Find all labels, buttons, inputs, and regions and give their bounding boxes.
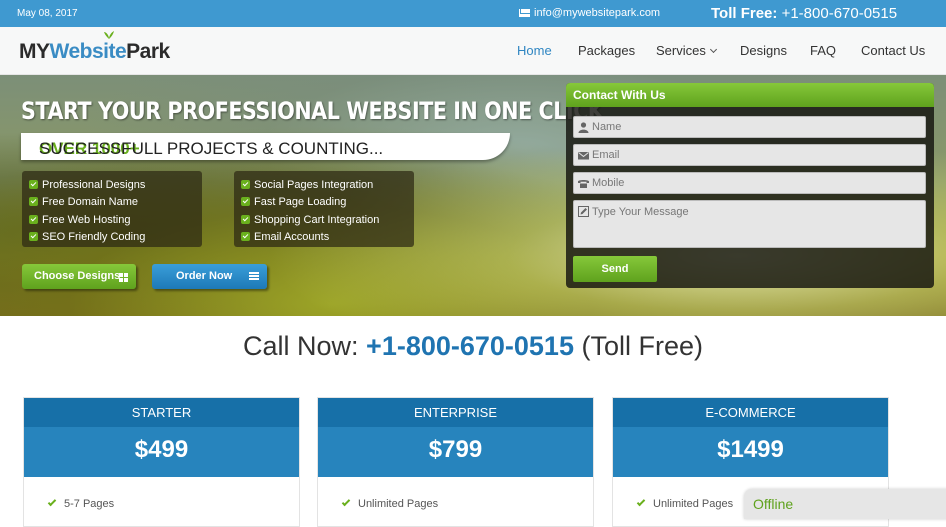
check-icon	[341, 497, 351, 507]
site-header: MYWebsitePark Home Packages Services Des…	[0, 27, 946, 75]
chevron-down-icon	[709, 45, 717, 54]
plan-feature: 5-7 Pages	[47, 497, 115, 510]
nav-faq[interactable]: FAQ	[810, 43, 836, 58]
check-icon	[241, 180, 250, 189]
check-icon	[29, 180, 38, 189]
feature-label: Email Accounts	[254, 230, 330, 243]
feature-item: Free Domain Name	[29, 194, 195, 211]
plan-card-enterprise: ENTERPRISE $799 Unlimited Pages	[317, 397, 594, 527]
feature-label: SEO Friendly Coding	[42, 230, 146, 243]
feature-item: Email Accounts	[241, 229, 407, 246]
feature-item: Fast Page Loading	[241, 194, 407, 211]
feature-item: Free Web Hosting	[29, 212, 195, 229]
site-logo[interactable]: MYWebsitePark	[19, 31, 170, 64]
check-icon	[29, 214, 38, 224]
mail-icon	[519, 9, 530, 17]
plan-feature-label: Unlimited Pages	[358, 498, 439, 510]
hero-banner: OVER 1000+ SUCCESSFULL PROJECTS & COUNTI…	[21, 133, 510, 160]
order-now-button[interactable]: Order Now	[152, 264, 267, 289]
leaf-icon	[104, 31, 114, 39]
logo-part-website: Website	[49, 40, 127, 63]
call-now-prefix: Call Now:	[243, 331, 359, 361]
plan-feature-label: 5-7 Pages	[64, 498, 115, 510]
plan-name: E-COMMERCE	[613, 398, 888, 427]
plan-price: $499	[24, 427, 299, 477]
message-textarea[interactable]: Type Your Message	[573, 200, 926, 248]
contact-form: Contact With Us Name Email Mobile Type Y…	[566, 83, 934, 288]
call-now-suffix: (Toll Free)	[581, 331, 703, 361]
feature-item: Shopping Cart Integration	[241, 212, 407, 229]
feature-item: Professional Designs	[29, 177, 195, 194]
choose-designs-label: Choose Designs	[34, 270, 121, 282]
nav-services[interactable]: Services	[656, 43, 717, 58]
user-icon	[578, 122, 589, 133]
call-now-heading: Call Now: +1-800-670-0515 (Toll Free)	[0, 331, 946, 362]
contact-email-link[interactable]: info@mywebsitepark.com	[519, 7, 660, 19]
nav-packages[interactable]: Packages	[578, 43, 635, 58]
nav-designs[interactable]: Designs	[740, 43, 787, 58]
order-now-label: Order Now	[176, 270, 233, 282]
toll-free-label: Toll Free:	[711, 5, 778, 22]
check-icon	[241, 231, 250, 241]
nav-home[interactable]: Home	[517, 43, 552, 58]
plan-feature-label: Unlimited Pages	[653, 498, 734, 510]
check-icon	[29, 231, 38, 241]
name-field[interactable]: Name	[573, 116, 926, 138]
logo-part-my: MY	[19, 40, 50, 63]
hero-banner-tagline: SUCCESSFULL PROJECTS & COUNTING...	[39, 139, 384, 158]
phone-icon	[578, 180, 589, 188]
nav-services-label: Services	[656, 43, 706, 58]
features-box-left: Professional Designs Free Domain Name Fr…	[22, 171, 202, 247]
mobile-placeholder: Mobile	[592, 177, 625, 189]
feature-item: SEO Friendly Coding	[29, 229, 195, 246]
message-placeholder: Type Your Message	[592, 206, 689, 218]
toll-free-phone[interactable]: Toll Free: +1-800-670-0515	[711, 5, 897, 22]
feature-label: Free Domain Name	[42, 196, 138, 209]
plan-name: ENTERPRISE	[318, 398, 593, 427]
send-button[interactable]: Send	[573, 256, 657, 282]
feature-label: Shopping Cart Integration	[254, 213, 380, 226]
call-now-number[interactable]: +1-800-670-0515	[366, 331, 574, 361]
name-placeholder: Name	[592, 121, 622, 133]
check-icon	[29, 197, 38, 207]
plan-card-starter: STARTER $499 5-7 Pages	[23, 397, 300, 527]
plan-price: $1499	[613, 427, 888, 477]
check-icon	[241, 197, 250, 207]
top-bar: May 08, 2017 info@mywebsitepark.com Toll…	[0, 0, 946, 27]
list-icon	[249, 272, 259, 281]
check-icon	[241, 214, 250, 224]
hero-title: START YOUR PROFESSIONAL WEBSITE IN ONE C…	[21, 97, 604, 125]
feature-label: Social Pages Integration	[254, 179, 374, 191]
email-field[interactable]: Email	[573, 144, 926, 166]
envelope-icon	[578, 152, 589, 160]
feature-label: Fast Page Loading	[254, 196, 347, 209]
email-placeholder: Email	[592, 149, 620, 161]
hero-section: START YOUR PROFESSIONAL WEBSITE IN ONE C…	[0, 75, 946, 316]
chat-widget-offline[interactable]: Offline	[744, 489, 946, 519]
logo-part-park: Park	[126, 40, 170, 63]
choose-designs-button[interactable]: Choose Designs	[22, 264, 136, 289]
mobile-field[interactable]: Mobile	[573, 172, 926, 194]
feature-item: Social Pages Integration	[241, 177, 407, 194]
check-icon	[47, 497, 57, 507]
current-date: May 08, 2017	[17, 8, 78, 19]
pencil-icon	[578, 206, 589, 217]
plan-feature: Unlimited Pages	[341, 497, 439, 510]
plan-price: $799	[318, 427, 593, 477]
feature-label: Professional Designs	[42, 179, 146, 191]
check-icon	[636, 497, 646, 507]
feature-label: Free Web Hosting	[42, 213, 131, 226]
plan-name: STARTER	[24, 398, 299, 427]
grid-icon	[119, 273, 128, 282]
features-box-right: Social Pages Integration Fast Page Loadi…	[234, 171, 414, 247]
contact-form-title: Contact With Us	[566, 83, 934, 107]
toll-free-number: +1-800-670-0515	[781, 5, 898, 22]
plan-feature: Unlimited Pages	[636, 497, 734, 510]
contact-email-text: info@mywebsitepark.com	[534, 7, 661, 19]
nav-contact-us[interactable]: Contact Us	[861, 43, 925, 58]
